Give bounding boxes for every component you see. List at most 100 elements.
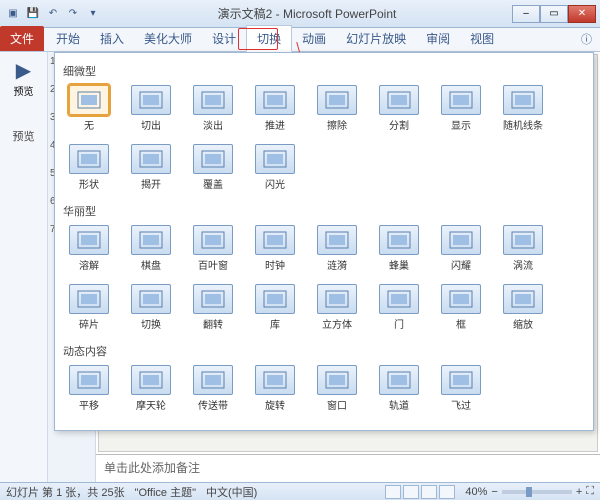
- transition-fade[interactable]: 淡出: [189, 85, 237, 132]
- view-sorter-icon[interactable]: [403, 485, 419, 499]
- transition-split[interactable]: 分割: [375, 85, 423, 132]
- transition-label: 缩放: [499, 316, 547, 331]
- transition-vortex[interactable]: 涡流: [499, 225, 547, 272]
- transition-honeycomb[interactable]: 蜂巢: [375, 225, 423, 272]
- preview-button-label: 预览: [0, 83, 47, 98]
- tab-animation[interactable]: 动画: [292, 26, 336, 51]
- transition-label: 库: [251, 316, 299, 331]
- transition-label: 涟漪: [313, 257, 361, 272]
- transition-label: 淡出: [189, 117, 237, 132]
- tab-design[interactable]: 设计: [202, 26, 246, 51]
- transition-box-icon: [441, 284, 481, 314]
- transition-cover-icon: [193, 144, 233, 174]
- view-buttons: [385, 485, 455, 499]
- transition-cube[interactable]: 立方体: [313, 284, 361, 331]
- tab-slideshow[interactable]: 幻灯片放映: [336, 26, 416, 51]
- transition-label: 飞过: [437, 397, 485, 412]
- transition-flash[interactable]: 闪光: [251, 144, 299, 191]
- help-icon[interactable]: ⓘ: [573, 27, 600, 51]
- view-reading-icon[interactable]: [421, 485, 437, 499]
- transition-cut[interactable]: 切出: [127, 85, 175, 132]
- transition-flip-icon: [193, 284, 233, 314]
- transition-none-icon: [69, 85, 109, 115]
- status-theme: "Office 主题": [135, 484, 196, 500]
- fit-icon[interactable]: ⛶: [586, 485, 594, 498]
- transition-ripple[interactable]: 涟漪: [313, 225, 361, 272]
- transition-doors-icon: [379, 284, 419, 314]
- tab-beautify[interactable]: 美化大师: [134, 26, 202, 51]
- transition-gallery-icon: [255, 284, 295, 314]
- transition-label: 擦除: [313, 117, 361, 132]
- transition-pan-icon: [69, 365, 109, 395]
- transition-ferris[interactable]: 摩天轮: [127, 365, 175, 412]
- transition-checker[interactable]: 棋盘: [127, 225, 175, 272]
- transition-label: 形状: [65, 176, 113, 191]
- transition-cover[interactable]: 覆盖: [189, 144, 237, 191]
- transition-label: 随机线条: [499, 117, 547, 132]
- transition-shape[interactable]: 形状: [65, 144, 113, 191]
- preview-group-label: 预览: [0, 128, 47, 144]
- transition-randomBars-icon: [503, 85, 543, 115]
- transition-switch-icon: [131, 284, 171, 314]
- undo-icon[interactable]: ↶: [44, 5, 62, 23]
- transition-ferris-icon: [131, 365, 171, 395]
- transition-reveal[interactable]: 显示: [437, 85, 485, 132]
- minimize-button[interactable]: –: [512, 5, 540, 23]
- transition-rotate[interactable]: 旋转: [251, 365, 299, 412]
- transition-doors[interactable]: 门: [375, 284, 423, 331]
- maximize-button[interactable]: ▭: [540, 5, 568, 23]
- tab-transition[interactable]: 切换: [246, 25, 292, 52]
- tab-insert[interactable]: 插入: [90, 26, 134, 51]
- transition-glitter[interactable]: 闪耀: [437, 225, 485, 272]
- tab-file[interactable]: 文件: [0, 26, 44, 51]
- transition-dissolve[interactable]: 溶解: [65, 225, 113, 272]
- tab-home[interactable]: 开始: [46, 26, 90, 51]
- transition-wipe[interactable]: 擦除: [313, 85, 361, 132]
- transition-window-icon: [317, 365, 357, 395]
- transition-uncover[interactable]: 揭开: [127, 144, 175, 191]
- transition-randomBars[interactable]: 随机线条: [499, 85, 547, 132]
- transition-flip[interactable]: 翻转: [189, 284, 237, 331]
- transition-cube-icon: [317, 284, 357, 314]
- transition-label: 门: [375, 316, 423, 331]
- zoom-out-icon[interactable]: −: [491, 486, 497, 498]
- transition-split-icon: [379, 85, 419, 115]
- save-icon[interactable]: 💾: [24, 5, 42, 23]
- preview-button[interactable]: ▶: [0, 58, 47, 83]
- transition-flythrough[interactable]: 飞过: [437, 365, 485, 412]
- titlebar: ▣ 💾 ↶ ↷ ▾ 演示文稿2 - Microsoft PowerPoint –…: [0, 0, 600, 28]
- transition-window[interactable]: 窗口: [313, 365, 361, 412]
- transition-label: 碎片: [65, 316, 113, 331]
- transition-shred[interactable]: 碎片: [65, 284, 113, 331]
- transition-blinds[interactable]: 百叶窗: [189, 225, 237, 272]
- transition-zoom[interactable]: 缩放: [499, 284, 547, 331]
- gallery-category: 细微型: [63, 63, 585, 79]
- transition-orbit[interactable]: 轨道: [375, 365, 423, 412]
- transition-label: 揭开: [127, 176, 175, 191]
- transition-none[interactable]: 无: [65, 85, 113, 132]
- transition-label: 切出: [127, 117, 175, 132]
- transition-zoom-icon: [503, 284, 543, 314]
- transition-box[interactable]: 框: [437, 284, 485, 331]
- tab-review[interactable]: 审阅: [416, 26, 460, 51]
- transition-wipe-icon: [317, 85, 357, 115]
- close-button[interactable]: ✕: [568, 5, 596, 23]
- transition-push[interactable]: 推进: [251, 85, 299, 132]
- transition-gallery[interactable]: 库: [251, 284, 299, 331]
- transition-fade-icon: [193, 85, 233, 115]
- tab-view[interactable]: 视图: [460, 26, 504, 51]
- view-slideshow-icon[interactable]: [439, 485, 455, 499]
- transition-cut-icon: [131, 85, 171, 115]
- transition-switch[interactable]: 切换: [127, 284, 175, 331]
- qat-more-icon[interactable]: ▾: [84, 5, 102, 23]
- zoom-slider[interactable]: [502, 490, 572, 494]
- transition-pan[interactable]: 平移: [65, 365, 113, 412]
- transition-label: 轨道: [375, 397, 423, 412]
- transition-clock[interactable]: 时钟: [251, 225, 299, 272]
- view-normal-icon[interactable]: [385, 485, 401, 499]
- redo-icon[interactable]: ↷: [64, 5, 82, 23]
- notes-pane[interactable]: 单击此处添加备注: [96, 454, 600, 482]
- transition-label: 涡流: [499, 257, 547, 272]
- transition-conveyor[interactable]: 传送带: [189, 365, 237, 412]
- zoom-in-icon[interactable]: +: [576, 486, 582, 498]
